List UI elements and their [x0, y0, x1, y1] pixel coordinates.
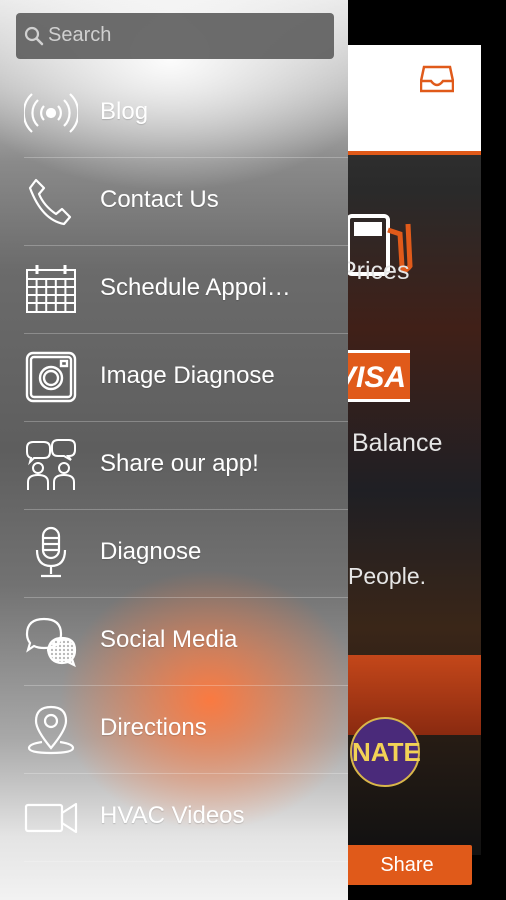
background-balance-text: Balance — [352, 429, 443, 457]
menu-item-label: HVAC Videos — [100, 802, 245, 829]
map-pin-icon — [24, 702, 78, 756]
people-share-icon — [24, 438, 78, 492]
menu-item-diagnose[interactable]: Diagnose — [0, 510, 348, 598]
chat-bubbles-icon — [24, 614, 78, 668]
side-menu: Search Blog Contact Us Schedule Appoi… I… — [0, 0, 348, 900]
menu-item-contact-us[interactable]: Contact Us — [0, 158, 348, 246]
menu-item-label: Contact Us — [100, 186, 219, 213]
menu-item-directions[interactable]: Directions — [0, 686, 348, 774]
menu-item-label: Share our app! — [100, 450, 259, 477]
video-camera-icon — [24, 790, 78, 844]
menu-item-label: Blog — [100, 98, 149, 125]
menu-item-blog[interactable]: Blog — [0, 70, 348, 158]
calendar-icon — [24, 262, 78, 316]
menu-item-label: Social Media — [100, 626, 238, 653]
search-field[interactable]: Search — [16, 13, 334, 59]
menu-item-share-our-app[interactable]: Share our app! — [0, 422, 348, 510]
menu-item-label: Image Diagnose — [100, 362, 275, 389]
menu-item-schedule-appointment[interactable]: Schedule Appoi… — [0, 246, 348, 334]
microphone-icon — [24, 526, 78, 580]
menu-item-label: Directions — [100, 714, 207, 741]
background-prices-text: Prices — [340, 257, 410, 285]
menu-item-social-media[interactable]: Social Media — [0, 598, 348, 686]
phone-icon — [24, 174, 78, 228]
menu-item-hvac-videos[interactable]: HVAC Videos — [0, 774, 348, 862]
camera-icon — [24, 350, 78, 404]
nate-badge: NATE — [350, 717, 421, 787]
search-placeholder: Search — [48, 24, 112, 46]
search-icon — [24, 26, 44, 46]
share-button[interactable]: Share — [342, 845, 472, 885]
menu-item-label: Schedule Appoi… — [100, 274, 291, 301]
menu-item-image-diagnose[interactable]: Image Diagnose — [0, 334, 348, 422]
background-people-text: People. — [348, 563, 427, 589]
menu-item-label: Diagnose — [100, 538, 202, 565]
divider — [24, 861, 348, 862]
broadcast-icon — [24, 86, 78, 140]
inbox-icon[interactable] — [420, 63, 454, 93]
